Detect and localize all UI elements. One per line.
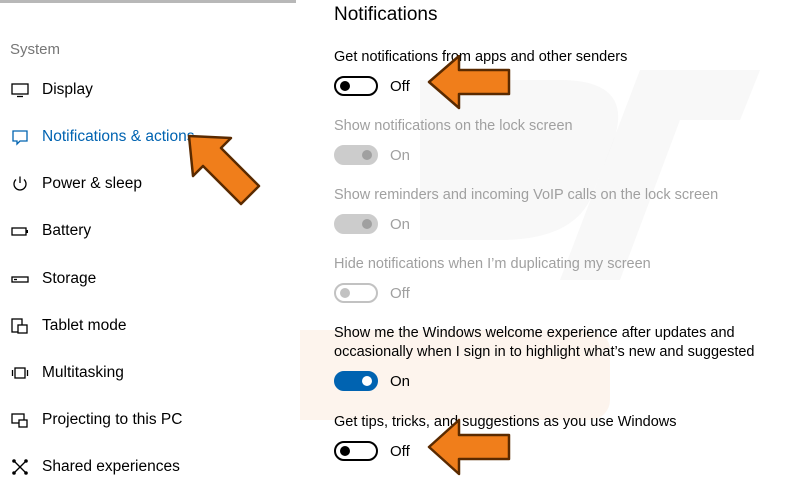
sidebar-top-scrollbar (0, 0, 296, 3)
app-notifications-toggle[interactable] (334, 76, 378, 96)
sidebar-item-projecting[interactable]: Projecting to this PC (10, 405, 290, 435)
sidebar-item-power-sleep[interactable]: Power & sleep (10, 169, 290, 199)
toggle-state-label: Off (390, 284, 410, 302)
setting-app-notifications: Get notifications from apps and other se… (334, 48, 784, 96)
notification-icon (10, 127, 30, 147)
setting-description: Show me the Windows welcome experience a… (334, 325, 755, 360)
setting-description: Show reminders and incoming VoIP calls o… (334, 187, 719, 203)
sidebar-item-display[interactable]: Display (10, 75, 290, 105)
setting-lock-screen-notifications: Show notifications on the lock screen On (334, 117, 784, 165)
setting-description: Show notifications on the lock screen (334, 118, 573, 134)
toggle-knob (340, 81, 350, 91)
multitasking-icon (10, 363, 30, 383)
battery-icon (10, 221, 30, 241)
toggle-state-label: On (390, 146, 411, 164)
setting-description: Get notifications from apps and other se… (334, 49, 628, 65)
setting-tips-tricks: Get tips, tricks, and suggestions as you… (334, 413, 784, 461)
setting-description: Hide notifications when I’m duplicating … (334, 256, 651, 272)
toggle-knob (340, 446, 350, 456)
setting-hide-when-duplicating: Hide notifications when I’m duplicating … (334, 255, 784, 303)
lock-screen-notifications-toggle[interactable] (334, 145, 378, 165)
sidebar-item-label: Battery (42, 222, 92, 239)
sidebar-item-label: Projecting to this PC (42, 411, 183, 428)
sidebar-item-multitasking[interactable]: Multitasking (10, 358, 290, 388)
sidebar-section-label: System (10, 41, 61, 58)
sidebar-item-label: Notifications & actions (42, 128, 195, 145)
setting-lock-screen-reminders: Show reminders and incoming VoIP calls o… (334, 186, 784, 234)
sidebar-item-label: Shared experiences (42, 458, 180, 475)
toggle-state-label: On (390, 215, 411, 233)
projecting-icon (10, 410, 30, 430)
setting-description: Get tips, tricks, and suggestions as you… (334, 414, 677, 430)
sidebar-item-label: Power & sleep (42, 175, 142, 192)
power-icon (10, 174, 30, 194)
toggle-knob (362, 219, 372, 229)
hide-when-duplicating-toggle[interactable] (334, 283, 378, 303)
sidebar-item-notifications[interactable]: Notifications & actions (10, 122, 290, 152)
sidebar-item-label: Display (42, 81, 93, 98)
setting-welcome-experience: Show me the Windows welcome experience a… (334, 324, 784, 391)
toggle-knob (362, 376, 372, 386)
monitor-icon (10, 80, 30, 100)
sidebar-item-label: Multitasking (42, 364, 124, 381)
toggle-knob (362, 150, 372, 160)
toggle-state-label: On (390, 372, 411, 390)
shared-experiences-icon (10, 457, 30, 477)
tips-tricks-toggle[interactable] (334, 441, 378, 461)
settings-sidebar: System Display Notifications & actions P… (0, 0, 300, 494)
sidebar-item-shared-experiences[interactable]: Shared experiences (10, 452, 290, 482)
tablet-mode-icon (10, 316, 30, 336)
toggle-knob (340, 288, 350, 298)
sidebar-item-label: Tablet mode (42, 317, 127, 334)
notifications-panel: Notifications Get notifications from app… (334, 0, 784, 494)
welcome-experience-toggle[interactable] (334, 371, 378, 391)
sidebar-item-battery[interactable]: Battery (10, 216, 290, 246)
toggle-state-label: Off (390, 77, 410, 95)
sidebar-item-tablet-mode[interactable]: Tablet mode (10, 311, 290, 341)
sidebar-item-storage[interactable]: Storage (10, 264, 290, 294)
page-title: Notifications (334, 4, 438, 25)
toggle-state-label: Off (390, 442, 410, 460)
lock-screen-reminders-toggle[interactable] (334, 214, 378, 234)
storage-icon (10, 269, 30, 289)
sidebar-item-label: Storage (42, 270, 97, 287)
